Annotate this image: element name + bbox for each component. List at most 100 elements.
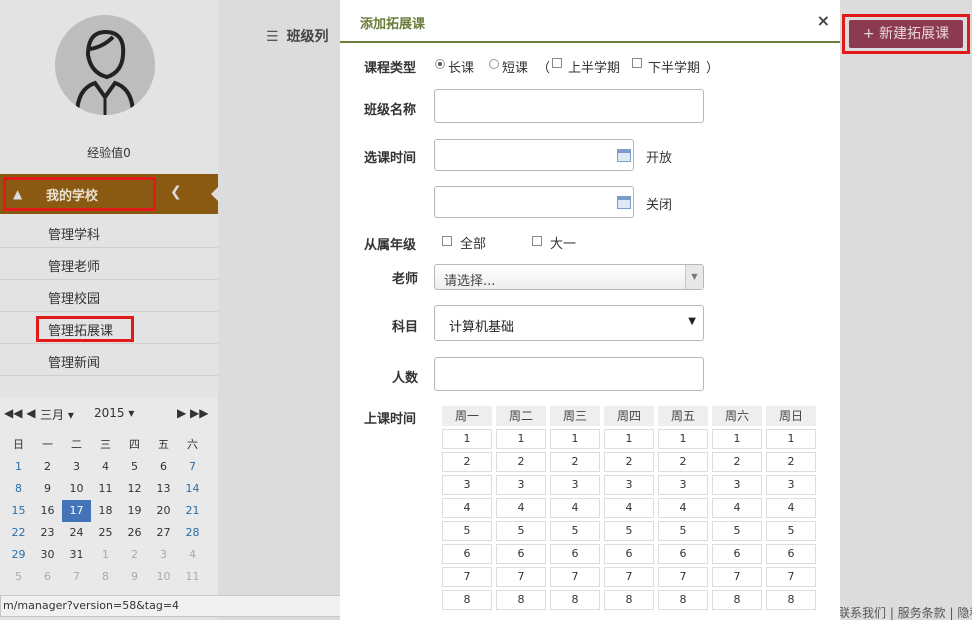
- schedule-cell[interactable]: 4: [712, 498, 762, 518]
- schedule-cell[interactable]: 3: [550, 475, 600, 495]
- schedule-cell[interactable]: 1: [766, 429, 816, 449]
- calendar-day[interactable]: 7: [178, 456, 207, 478]
- calendar-day[interactable]: 19: [120, 500, 149, 522]
- grade-year1-checkbox[interactable]: [532, 236, 542, 246]
- calendar-day[interactable]: 4: [178, 544, 207, 566]
- schedule-cell[interactable]: 8: [712, 590, 762, 610]
- calendar-day[interactable]: 4: [91, 456, 120, 478]
- schedule-cell[interactable]: 8: [604, 590, 654, 610]
- calendar-day[interactable]: 30: [33, 544, 62, 566]
- schedule-cell[interactable]: 5: [658, 521, 708, 541]
- calendar-day[interactable]: 2: [33, 456, 62, 478]
- open-date-input[interactable]: [434, 139, 634, 171]
- schedule-cell[interactable]: 6: [550, 544, 600, 564]
- schedule-cell[interactable]: 3: [604, 475, 654, 495]
- long-course-radio[interactable]: [435, 59, 445, 69]
- schedule-cell[interactable]: 5: [766, 521, 816, 541]
- calendar-day[interactable]: 10: [62, 478, 91, 500]
- schedule-cell[interactable]: 6: [442, 544, 492, 564]
- calendar-day[interactable]: 22: [4, 522, 33, 544]
- calendar-day[interactable]: 29: [4, 544, 33, 566]
- schedule-cell[interactable]: 1: [658, 429, 708, 449]
- schedule-cell[interactable]: 8: [496, 590, 546, 610]
- close-icon[interactable]: ×: [817, 11, 830, 30]
- footer-links[interactable]: 联系我们 | 服务条款 | 隐私: [838, 604, 972, 620]
- schedule-cell[interactable]: 4: [604, 498, 654, 518]
- calendar-day[interactable]: 11: [91, 478, 120, 500]
- class-name-input[interactable]: [434, 89, 704, 123]
- sidebar-item-campus[interactable]: 管理校园: [0, 280, 218, 312]
- calendar-day[interactable]: 9: [33, 478, 62, 500]
- calendar-day[interactable]: 3: [149, 544, 178, 566]
- schedule-cell[interactable]: 2: [496, 452, 546, 472]
- calendar-day[interactable]: 9: [120, 566, 149, 588]
- count-input[interactable]: [434, 357, 704, 391]
- subject-select[interactable]: 计算机基础 ▼: [434, 305, 704, 341]
- schedule-cell[interactable]: 2: [658, 452, 708, 472]
- calendar-day[interactable]: 12: [120, 478, 149, 500]
- first-half-checkbox[interactable]: [552, 58, 562, 68]
- calendar-icon[interactable]: [617, 149, 631, 162]
- schedule-cell[interactable]: 6: [658, 544, 708, 564]
- schedule-cell[interactable]: 8: [442, 590, 492, 610]
- short-course-radio[interactable]: [489, 59, 499, 69]
- sidebar-item-extension-courses[interactable]: 管理拓展课: [0, 312, 218, 344]
- calendar-day[interactable]: 8: [4, 478, 33, 500]
- schedule-cell[interactable]: 1: [442, 429, 492, 449]
- avatar[interactable]: [55, 15, 155, 115]
- calendar-day[interactable]: 11: [178, 566, 207, 588]
- schedule-cell[interactable]: 4: [766, 498, 816, 518]
- schedule-cell[interactable]: 3: [766, 475, 816, 495]
- schedule-cell[interactable]: 5: [550, 521, 600, 541]
- schedule-cell[interactable]: 6: [712, 544, 762, 564]
- calendar-day[interactable]: 23: [33, 522, 62, 544]
- calendar-next-buttons[interactable]: ▶ ▶▶: [177, 406, 209, 420]
- calendar-day[interactable]: 5: [4, 566, 33, 588]
- schedule-cell[interactable]: 8: [550, 590, 600, 610]
- calendar-day[interactable]: 13: [149, 478, 178, 500]
- calendar-day[interactable]: 1: [91, 544, 120, 566]
- schedule-cell[interactable]: 7: [604, 567, 654, 587]
- schedule-cell[interactable]: 1: [712, 429, 762, 449]
- calendar-day[interactable]: 1: [4, 456, 33, 478]
- calendar-day[interactable]: 15: [4, 500, 33, 522]
- schedule-cell[interactable]: 8: [766, 590, 816, 610]
- schedule-cell[interactable]: 1: [496, 429, 546, 449]
- calendar-day[interactable]: 16: [33, 500, 62, 522]
- calendar-day[interactable]: 31: [62, 544, 91, 566]
- schedule-cell[interactable]: 2: [712, 452, 762, 472]
- schedule-cell[interactable]: 1: [550, 429, 600, 449]
- calendar-day[interactable]: 3: [62, 456, 91, 478]
- schedule-cell[interactable]: 2: [604, 452, 654, 472]
- schedule-cell[interactable]: 3: [712, 475, 762, 495]
- schedule-cell[interactable]: 6: [766, 544, 816, 564]
- schedule-cell[interactable]: 7: [766, 567, 816, 587]
- teacher-select[interactable]: 请选择... ▼: [434, 264, 704, 290]
- schedule-cell[interactable]: 5: [604, 521, 654, 541]
- calendar-day[interactable]: 26: [120, 522, 149, 544]
- schedule-cell[interactable]: 1: [604, 429, 654, 449]
- second-half-checkbox[interactable]: [632, 58, 642, 68]
- calendar-day[interactable]: 10: [149, 566, 178, 588]
- schedule-cell[interactable]: 7: [550, 567, 600, 587]
- schedule-cell[interactable]: 3: [496, 475, 546, 495]
- schedule-cell[interactable]: 4: [496, 498, 546, 518]
- calendar-day[interactable]: 24: [62, 522, 91, 544]
- schedule-cell[interactable]: 6: [496, 544, 546, 564]
- calendar-day[interactable]: 5: [120, 456, 149, 478]
- new-extension-course-button[interactable]: + 新建拓展课: [849, 20, 963, 48]
- sidebar-item-news[interactable]: 管理新闻: [0, 344, 218, 376]
- calendar-year-select[interactable]: 2015 ▾: [94, 406, 134, 420]
- schedule-cell[interactable]: 2: [550, 452, 600, 472]
- schedule-cell[interactable]: 2: [442, 452, 492, 472]
- schedule-cell[interactable]: 6: [604, 544, 654, 564]
- calendar-day[interactable]: 8: [91, 566, 120, 588]
- calendar-day[interactable]: 27: [149, 522, 178, 544]
- calendar-day[interactable]: 14: [178, 478, 207, 500]
- calendar-prev-buttons[interactable]: ◀◀ ◀: [4, 406, 36, 420]
- calendar-day[interactable]: 7: [62, 566, 91, 588]
- schedule-cell[interactable]: 5: [712, 521, 762, 541]
- calendar-day[interactable]: 6: [33, 566, 62, 588]
- calendar-day[interactable]: 28: [178, 522, 207, 544]
- schedule-cell[interactable]: 5: [442, 521, 492, 541]
